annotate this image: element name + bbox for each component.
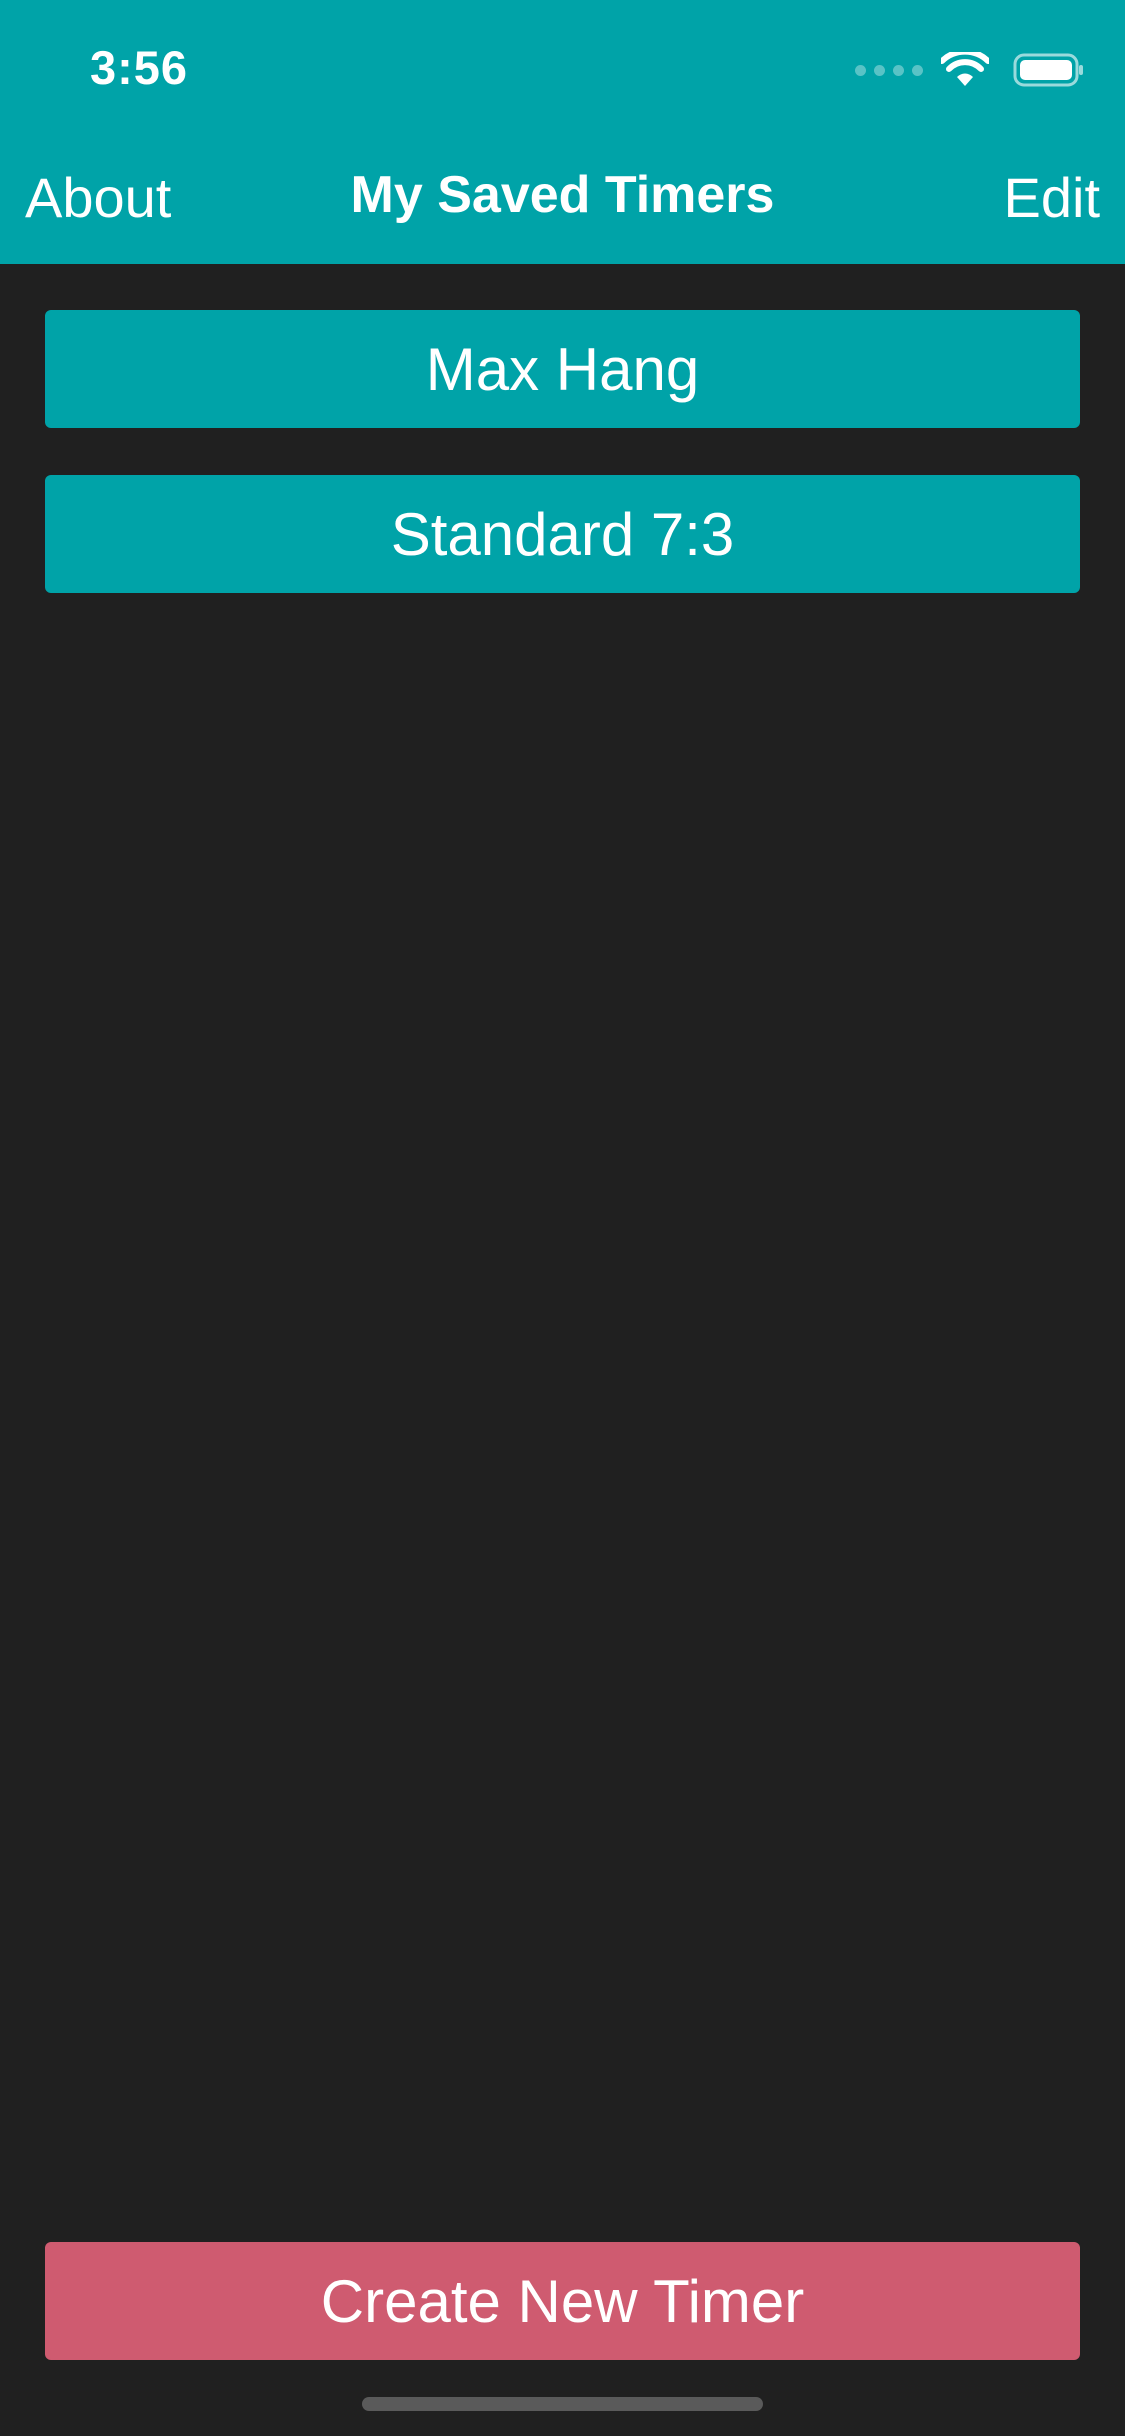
create-new-timer-button[interactable]: Create New Timer xyxy=(45,2242,1080,2360)
home-indicator xyxy=(362,2397,763,2411)
about-button[interactable]: About xyxy=(25,165,171,230)
edit-button[interactable]: Edit xyxy=(1004,165,1101,230)
battery-icon xyxy=(1013,53,1083,87)
navigation-header: 3:56 About My Saved Timers Edit xyxy=(0,0,1125,264)
cellular-signal-icon xyxy=(855,64,923,76)
wifi-icon xyxy=(941,52,989,86)
timer-item-standard-7-3[interactable]: Standard 7:3 xyxy=(45,475,1080,593)
status-indicators xyxy=(855,50,1085,90)
saved-timers-list: Max Hang Standard 7:3 xyxy=(45,310,1080,640)
status-time: 3:56 xyxy=(90,41,189,94)
timer-item-max-hang[interactable]: Max Hang xyxy=(45,310,1080,428)
